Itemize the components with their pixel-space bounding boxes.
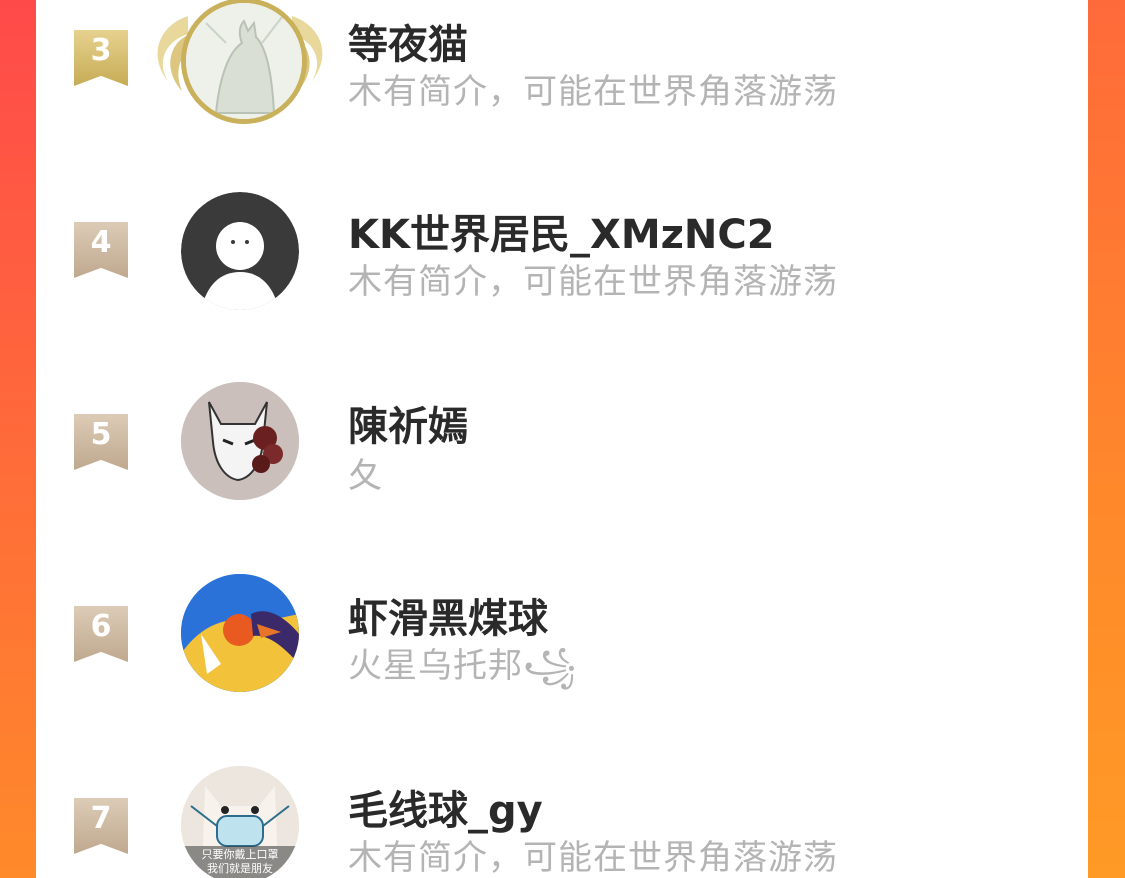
avatar[interactable] [181, 382, 299, 500]
rank-badge: 3 [74, 30, 128, 86]
default-person-avatar-icon [181, 192, 299, 310]
rank-badge: 6 [74, 606, 128, 662]
rank-number: 4 [90, 225, 112, 260]
rank-badge: 5 [74, 414, 128, 470]
rank-badge: 7 [74, 798, 128, 854]
user-name[interactable]: KK世界居民_XMzNC2 [348, 202, 775, 260]
list-item[interactable]: 6 虾滑黑煤球 火星乌托邦꧁ [36, 548, 1088, 718]
anime-character-avatar-icon [181, 574, 299, 692]
rank-number: 6 [90, 609, 112, 644]
list-item[interactable]: 7 只要你戴上口罩 我们就是朋友 毛线球_gy 木有简介，可能在世界角落游荡 [36, 740, 1088, 878]
user-bio: 火星乌托邦꧁ [348, 646, 578, 686]
rank-number: 3 [90, 33, 112, 68]
list-item[interactable]: 5 陳祈嫣 夂 [36, 356, 1088, 526]
cat-sketch-avatar-icon [186, 3, 302, 119]
user-bio: 木有简介，可能在世界角落游荡 [348, 838, 838, 878]
avatar[interactable] [181, 0, 307, 124]
right-gradient-edge [1088, 0, 1125, 878]
user-name[interactable]: 毛线球_gy [348, 778, 543, 836]
avatar-caption: 只要你戴上口罩 我们就是朋友 [201, 848, 279, 875]
avatar[interactable] [181, 192, 299, 310]
rank-number: 5 [90, 417, 112, 452]
user-name[interactable]: 陳祈嫣 [348, 394, 468, 452]
list-item[interactable]: 3 等夜猫 木有简介，可能在世界角落游荡 [36, 0, 1088, 142]
avatar[interactable]: 只要你戴上口罩 我们就是朋友 [181, 766, 299, 878]
avatar[interactable] [181, 574, 299, 692]
rank-badge: 4 [74, 222, 128, 278]
rank-number: 7 [90, 801, 112, 836]
user-name[interactable]: 虾滑黑煤球 [348, 586, 548, 644]
user-name[interactable]: 等夜猫 [348, 12, 468, 70]
ranking-list: 3 等夜猫 木有简介，可能在世界角落游荡 4 KK世界居民_XMzNC2 木有简… [36, 0, 1088, 878]
user-bio: 木有简介，可能在世界角落游荡 [348, 72, 838, 112]
user-bio: 夂 [348, 456, 383, 496]
list-item[interactable]: 4 KK世界居民_XMzNC2 木有简介，可能在世界角落游荡 [36, 164, 1088, 334]
fox-mask-avatar-icon [181, 382, 299, 500]
user-bio: 木有简介，可能在世界角落游荡 [348, 262, 838, 302]
